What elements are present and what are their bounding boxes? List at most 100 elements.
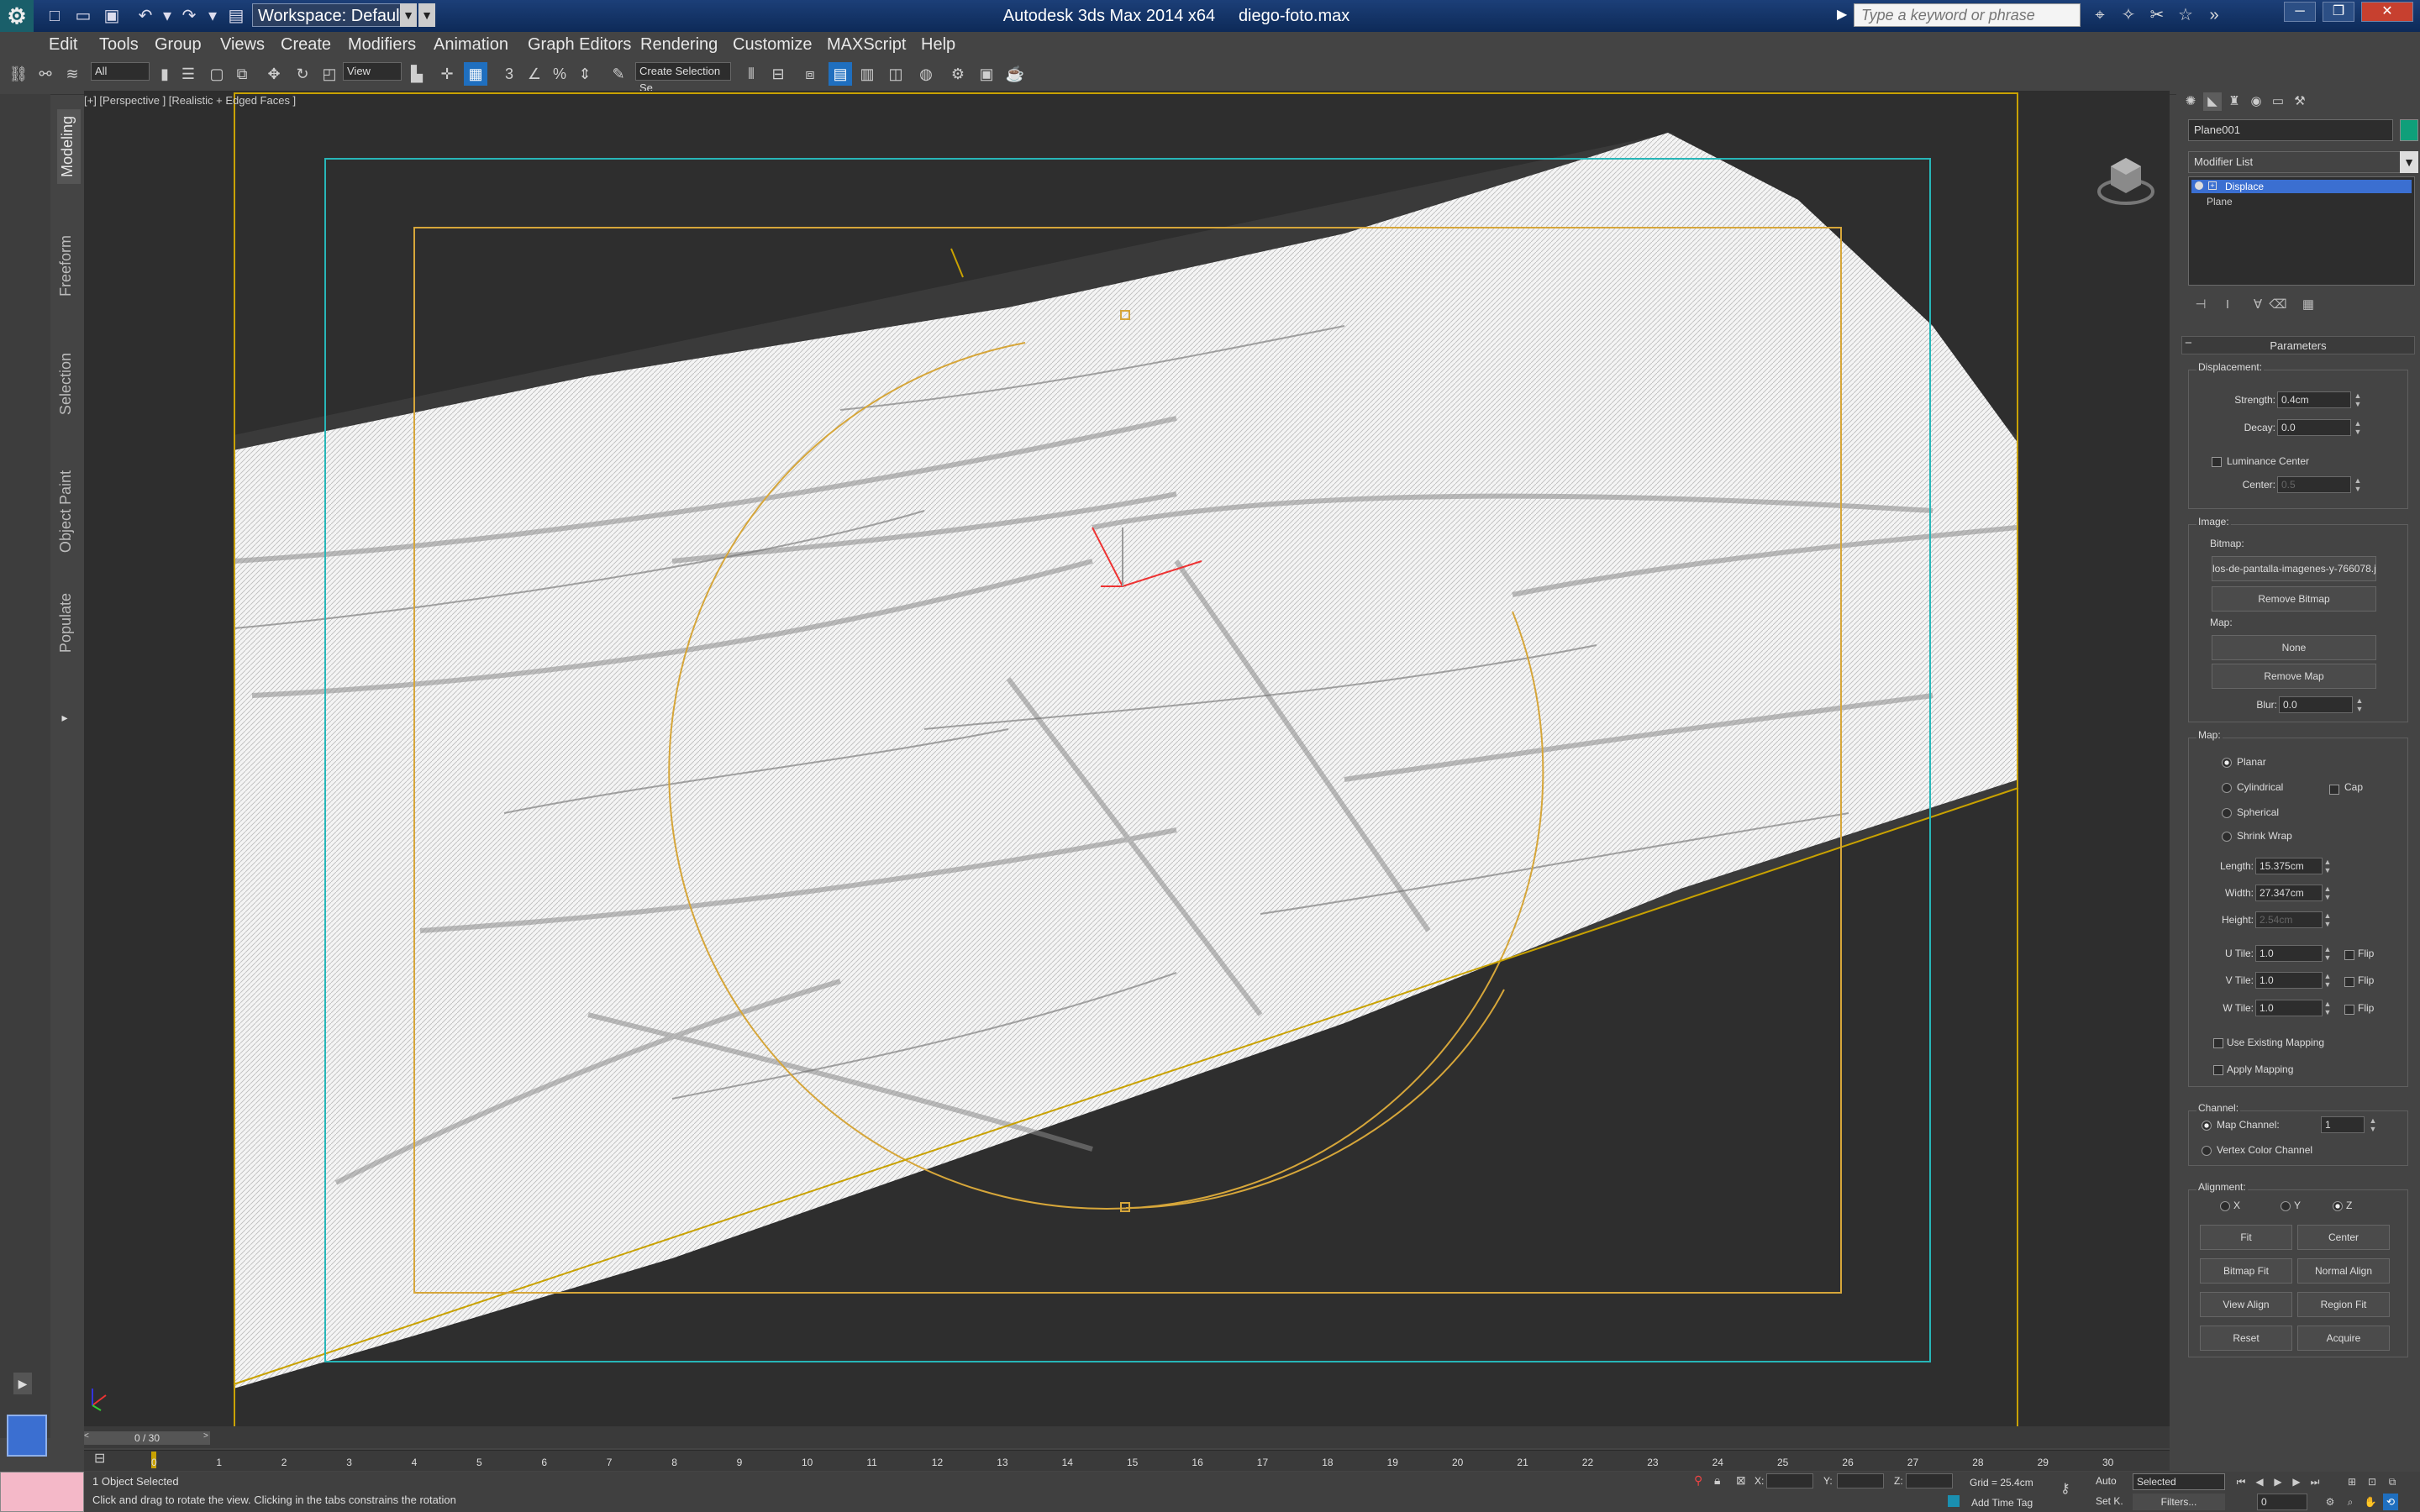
object-color-swatch[interactable]	[2400, 119, 2418, 141]
ribbon-toggle-icon[interactable]: ▸	[59, 711, 71, 736]
region-fit-button[interactable]: Region Fit	[2297, 1292, 2390, 1317]
zoom-icon[interactable]: ⌕	[2343, 1494, 2358, 1510]
rendered-frame-window-icon[interactable]: ▣	[975, 62, 998, 86]
hierarchy-tab-icon[interactable]: ♜	[2225, 92, 2244, 111]
spinner-icon[interactable]: ▲ ▼	[2354, 696, 2365, 713]
ribbon-tab-populate[interactable]: Populate	[57, 593, 77, 653]
open-file-icon[interactable]: ▭	[72, 5, 94, 27]
scale-icon[interactable]: ◰	[318, 62, 341, 86]
show-end-result-icon[interactable]: Ι	[2218, 296, 2237, 314]
layer-manager-icon[interactable]: ▤	[829, 62, 852, 86]
select-and-link-icon[interactable]: ⛓	[7, 62, 30, 86]
blur-field[interactable]: 0.0	[2279, 696, 2353, 713]
viewport-label-menu[interactable]: [+] [Perspective ] [Realistic + Edged Fa…	[84, 94, 296, 107]
time-slider[interactable]: 0 / 30	[84, 1431, 210, 1445]
absolute-mode-icon[interactable]: ⊠	[1736, 1473, 1746, 1488]
center-button[interactable]: Center	[2297, 1225, 2390, 1250]
binoculars-icon[interactable]: ⌖	[2087, 3, 2112, 27]
zoom-extents-icon[interactable]: ⊞	[2344, 1473, 2360, 1490]
stack-item-plane[interactable]: Plane	[2191, 195, 2412, 208]
configure-sets-icon[interactable]: ▦	[2299, 296, 2317, 314]
spinner-icon[interactable]: ▲ ▼	[2323, 972, 2333, 989]
menu-group[interactable]: Group	[155, 32, 202, 57]
remove-bitmap-button[interactable]: Remove Bitmap	[2212, 586, 2376, 612]
redo-icon[interactable]: ↷	[178, 5, 200, 27]
menu-help[interactable]: Help	[921, 32, 955, 57]
strength-field[interactable]: 0.4cm	[2277, 391, 2351, 408]
planar-radio[interactable]	[2222, 758, 2232, 768]
add-time-tag-button[interactable]: Add Time Tag	[1971, 1497, 2033, 1509]
normal-align-button[interactable]: Normal Align	[2297, 1258, 2390, 1284]
menu-customize[interactable]: Customize	[733, 32, 812, 57]
current-frame-field[interactable]: 0	[2257, 1494, 2307, 1510]
spinner-icon[interactable]: ▲ ▼	[2323, 945, 2333, 962]
menu-rendering[interactable]: Rendering	[640, 32, 718, 57]
stack-item-displace[interactable]: Displace	[2191, 180, 2412, 193]
rotate-icon[interactable]: ↻	[291, 62, 314, 86]
graphite-ribbon-icon[interactable]: ▥	[855, 62, 879, 86]
named-selection-dropdown[interactable]: Create Selection Se	[635, 62, 731, 94]
ribbon-tab-object-paint[interactable]: Object Paint	[57, 470, 77, 553]
spinner-icon[interactable]: ▲ ▼	[2323, 1000, 2333, 1016]
slider-next-icon[interactable]: >	[203, 1431, 208, 1441]
w-flip-checkbox[interactable]	[2344, 1005, 2354, 1015]
menu-edit[interactable]: Edit	[49, 32, 77, 57]
spinner-icon[interactable]: ▲ ▼	[2323, 885, 2333, 901]
select-manipulate-icon[interactable]: ✛	[435, 62, 459, 86]
render-production-icon[interactable]: ☕	[1003, 62, 1027, 86]
redo-dropdown-icon[interactable]: ▾	[202, 5, 224, 27]
map-none-button[interactable]: None	[2212, 635, 2376, 660]
spinner-icon[interactable]: ▲ ▼	[2323, 858, 2333, 874]
key-filter-dropdown[interactable]: Selected	[2133, 1473, 2225, 1490]
vertex-color-channel-radio[interactable]	[2202, 1146, 2212, 1156]
bind-space-warp-icon[interactable]: ≋	[60, 62, 84, 86]
selection-lock-icon[interactable]: 🔒︎	[1714, 1473, 1720, 1488]
decay-field[interactable]: 0.0	[2277, 419, 2351, 436]
fit-button[interactable]: Fit	[2200, 1225, 2292, 1250]
create-tab-icon[interactable]: ✺	[2181, 92, 2200, 111]
menu-tools[interactable]: Tools	[99, 32, 139, 57]
expand-plus-icon[interactable]: +	[2208, 181, 2217, 190]
w-tile-field[interactable]: 1.0	[2255, 1000, 2323, 1016]
spinner-icon[interactable]: ▲ ▼	[2353, 391, 2363, 408]
spinner-snap-icon[interactable]: ⇕	[573, 62, 597, 86]
map-channel-field[interactable]: 1	[2321, 1116, 2365, 1133]
play-icon[interactable]: ▶	[2270, 1473, 2286, 1490]
customize-quick-access-icon[interactable]: ▼	[418, 3, 435, 27]
go-to-end-icon[interactable]: ⏭	[2307, 1473, 2323, 1490]
curve-editor-icon[interactable]: ◫	[884, 62, 908, 86]
time-config-icon[interactable]: ⚙	[2323, 1494, 2338, 1510]
angle-snap-icon[interactable]: ∠	[523, 62, 546, 86]
time-tag-icon[interactable]	[1948, 1495, 1960, 1507]
align-z-radio[interactable]	[2333, 1201, 2343, 1211]
center-field[interactable]: 0.5	[2277, 476, 2351, 493]
v-tile-field[interactable]: 1.0	[2255, 972, 2323, 989]
spinner-icon[interactable]: ▲ ▼	[2368, 1116, 2378, 1133]
edit-named-selection-icon[interactable]: ✎	[607, 62, 630, 86]
pin-stack-icon[interactable]: ⊣	[2191, 296, 2210, 314]
key-filters-button[interactable]: Filters...	[2133, 1494, 2225, 1510]
curve-editor-mini-icon[interactable]: ⊟	[94, 1450, 105, 1467]
length-field[interactable]: 15.375cm	[2255, 858, 2323, 874]
chevron-down-icon[interactable]: ▼	[2400, 151, 2418, 173]
select-object-icon[interactable]: ▮	[153, 62, 176, 86]
make-unique-icon[interactable]: ∀	[2249, 296, 2267, 314]
set-key-button[interactable]: Set K.	[2096, 1495, 2123, 1507]
percent-snap-icon[interactable]: %	[548, 62, 571, 86]
field-of-view-icon[interactable]: ⊡	[2365, 1473, 2380, 1490]
pivot-center-icon[interactable]: ▙	[405, 62, 429, 86]
auto-key-button[interactable]: Auto	[2096, 1475, 2117, 1487]
map-channel-radio[interactable]	[2202, 1121, 2212, 1131]
ribbon-tab-freeform[interactable]: Freeform	[57, 235, 77, 297]
cylindrical-radio[interactable]	[2222, 783, 2232, 793]
select-by-name-icon[interactable]: ☰	[176, 62, 200, 86]
view-align-button[interactable]: View Align	[2200, 1292, 2292, 1317]
bitmap-button[interactable]: los-de-pantalla-imagenes-y-766078.jpg	[2212, 556, 2376, 581]
remove-map-button[interactable]: Remove Map	[2212, 664, 2376, 689]
orbit-icon[interactable]: ⟲	[2383, 1494, 2398, 1510]
use-existing-mapping-checkbox[interactable]	[2213, 1038, 2223, 1048]
pan-icon[interactable]: ✋	[2363, 1494, 2378, 1510]
mirror-icon[interactable]: ⫴	[739, 62, 763, 86]
go-to-start-icon[interactable]: ⏮	[2233, 1473, 2249, 1490]
bitmap-fit-button[interactable]: Bitmap Fit	[2200, 1258, 2292, 1284]
